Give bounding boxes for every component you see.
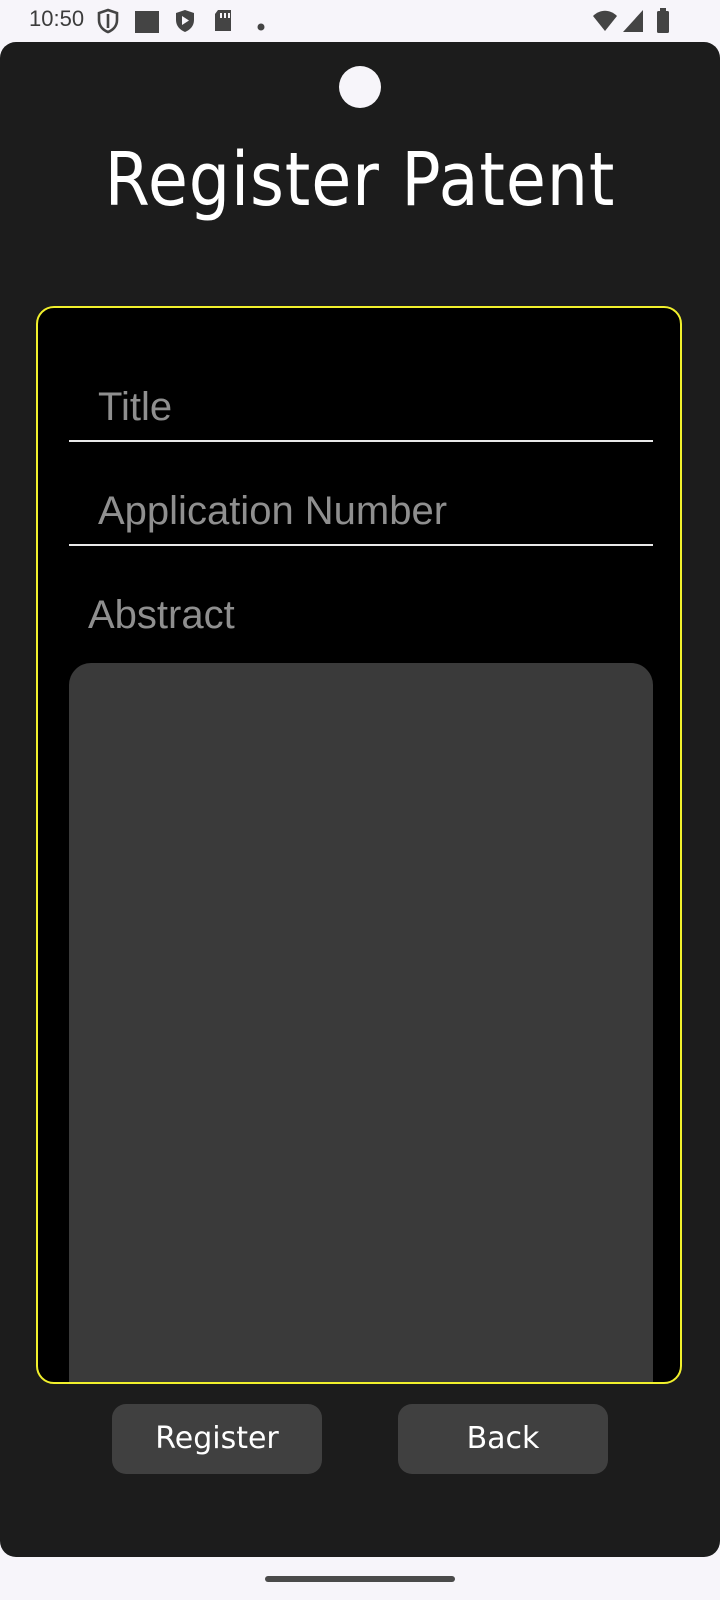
status-bar: 10:50	[0, 0, 720, 42]
camera-cutout	[339, 66, 381, 108]
title-field	[69, 372, 653, 442]
application-number-input[interactable]	[98, 484, 638, 538]
navigation-bar	[0, 1557, 720, 1600]
dot-icon	[257, 16, 265, 35]
cellular-signal-icon	[622, 9, 644, 37]
abstract-label: Abstract	[88, 593, 235, 638]
abstract-textarea[interactable]	[69, 663, 653, 1384]
play-shield-icon	[173, 8, 197, 38]
sd-card-icon	[212, 8, 234, 38]
square-icon	[134, 10, 160, 38]
gesture-handle[interactable]	[265, 1576, 455, 1582]
shield-outline-icon	[96, 8, 120, 38]
register-button[interactable]: Register	[112, 1404, 322, 1474]
patent-form-card: Abstract	[36, 306, 682, 1384]
title-input[interactable]	[98, 380, 638, 434]
battery-icon	[656, 8, 670, 38]
page-title: Register Patent	[43, 137, 677, 223]
status-time: 10:50	[29, 6, 84, 32]
application-number-field	[69, 476, 653, 546]
app-surface: Register Patent Abstract	[0, 42, 720, 1557]
wifi-icon	[592, 9, 618, 37]
back-button[interactable]: Back	[398, 1404, 608, 1474]
